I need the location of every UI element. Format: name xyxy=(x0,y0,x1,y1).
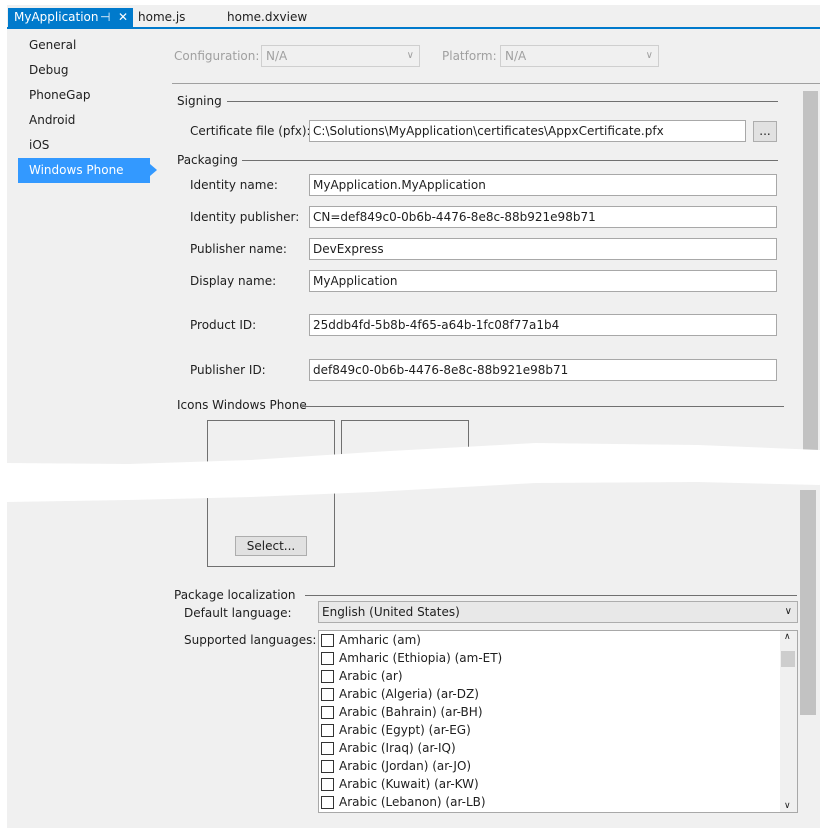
publisher-name-input[interactable]: DevExpress xyxy=(309,238,777,260)
list-scrollbar[interactable]: ∧ ∨ xyxy=(780,631,797,812)
sidebar-item-ios[interactable]: iOS xyxy=(29,138,49,152)
language-list-item[interactable]: Arabic (Iraq) (ar-IQ) xyxy=(319,739,797,757)
checkbox[interactable] xyxy=(321,652,334,665)
chevron-down-icon: ∨ xyxy=(784,606,792,617)
divider xyxy=(172,83,820,84)
default-language-select[interactable]: English (United States) ∨ xyxy=(318,601,798,623)
language-list-item[interactable]: Arabic (Bahrain) (ar-BH) xyxy=(319,703,797,721)
identity-publisher-input[interactable]: CN=def849c0-0b6b-4476-8e8c-88b921e98b71 xyxy=(309,206,777,228)
platform-value: N/A xyxy=(505,49,527,63)
divider xyxy=(302,406,784,407)
certificate-label: Certificate file (pfx): xyxy=(190,124,311,138)
display-name-input[interactable]: MyApplication xyxy=(309,270,777,292)
default-language-label: Default language: xyxy=(184,606,292,620)
language-label: Amharic (am) xyxy=(339,633,421,647)
browse-button[interactable]: ... xyxy=(753,121,777,142)
sidebar-item-windows-phone[interactable]: Windows Phone xyxy=(18,158,157,183)
checkbox[interactable] xyxy=(321,724,334,737)
localization-section-title: Package localization xyxy=(174,588,296,602)
tab-home-dxview[interactable]: home.dxview xyxy=(227,8,307,27)
language-label: Arabic (Lebanon) (ar-LB) xyxy=(339,795,486,809)
scrollbar-thumb[interactable] xyxy=(800,490,816,715)
supported-languages-label: Supported languages: xyxy=(184,633,317,647)
publisher-id-input[interactable]: def849c0-0b6b-4476-8e8c-88b921e98b71 xyxy=(309,359,777,381)
icon-slot-106[interactable]: 106x106 xyxy=(207,420,335,473)
language-label: Arabic (ar) xyxy=(339,669,403,683)
publisher-id-label: Publisher ID: xyxy=(190,363,266,377)
icon-size-label: 120x120 xyxy=(378,459,432,473)
pin-icon[interactable]: ⊣ xyxy=(100,8,110,27)
checkbox[interactable] xyxy=(321,706,334,719)
publisher-name-label: Publisher name: xyxy=(190,242,287,256)
display-name-label: Display name: xyxy=(190,274,277,288)
close-icon[interactable]: ✕ xyxy=(118,8,128,27)
language-list-item[interactable]: Arabic (Algeria) (ar-DZ) xyxy=(319,685,797,703)
language-list-item[interactable]: Amharic (Ethiopia) (am-ET) xyxy=(319,649,797,667)
configuration-select[interactable]: N/A ∨ xyxy=(261,45,420,67)
identity-name-label: Identity name: xyxy=(190,178,278,192)
language-list-item[interactable]: Arabic (ar) xyxy=(319,667,797,685)
language-list-item[interactable]: Arabic (Kuwait) (ar-KW) xyxy=(319,775,797,793)
checkbox[interactable] xyxy=(321,760,334,773)
icon-slot-120[interactable]: 120x120 xyxy=(341,420,469,473)
packaging-section-title: Packaging xyxy=(177,153,238,167)
language-list-item[interactable]: Arabic (Lebanon) (ar-LB) xyxy=(319,793,797,811)
tab-myapplication[interactable]: MyApplication ⊣ ✕ xyxy=(8,8,133,27)
sidebar-item-phonegap[interactable]: PhoneGap xyxy=(29,88,90,102)
checkbox[interactable] xyxy=(321,742,334,755)
identity-name-input[interactable]: MyApplication.MyApplication xyxy=(309,174,777,196)
chevron-up-icon[interactable]: ∧ xyxy=(784,632,791,642)
tab-label: MyApplication xyxy=(14,10,99,24)
divider xyxy=(227,101,778,102)
language-list-item[interactable]: Arabic (Jordan) (ar-JO) xyxy=(319,757,797,775)
sidebar-item-general[interactable]: General xyxy=(29,38,76,52)
document-tab-bar: MyApplication ⊣ ✕ home.js home.dxview xyxy=(7,8,820,29)
identity-publisher-label: Identity publisher: xyxy=(190,210,300,224)
checkbox[interactable] xyxy=(321,796,334,809)
scrollbar-thumb[interactable] xyxy=(803,91,818,464)
language-label: Arabic (Egypt) (ar-EG) xyxy=(339,723,471,737)
select-icon-button[interactable]: Select... xyxy=(235,536,307,556)
platform-label: Platform: xyxy=(442,49,497,63)
signing-section-title: Signing xyxy=(177,94,222,108)
language-label: Arabic (Jordan) (ar-JO) xyxy=(339,759,472,773)
chevron-down-icon: ∨ xyxy=(645,50,653,61)
certificate-input[interactable]: C:\Solutions\MyApplication\certificates\… xyxy=(309,120,746,142)
project-properties-bottom: Select... Package localization Default l… xyxy=(7,482,820,828)
language-list-item[interactable]: Amharic (am) xyxy=(319,631,797,649)
language-label: Amharic (Ethiopia) (am-ET) xyxy=(339,651,503,665)
chevron-down-icon[interactable]: ∨ xyxy=(784,801,791,811)
default-language-value: English (United States) xyxy=(322,605,460,619)
language-label: Arabic (Iraq) (ar-IQ) xyxy=(339,741,456,755)
checkbox[interactable] xyxy=(321,670,334,683)
checkbox[interactable] xyxy=(321,778,334,791)
language-list-item[interactable]: Arabic (Egypt) (ar-EG) xyxy=(319,721,797,739)
language-label: Arabic (Bahrain) (ar-BH) xyxy=(339,705,483,719)
sidebar-item-android[interactable]: Android xyxy=(29,113,75,127)
product-id-input[interactable]: 25ddb4fd-5b8b-4f65-a64b-1fc08f77a1b4 xyxy=(309,314,777,336)
checkbox[interactable] xyxy=(321,688,334,701)
language-label: Arabic (Algeria) (ar-DZ) xyxy=(339,687,479,701)
tab-home-js[interactable]: home.js xyxy=(138,8,185,27)
configuration-label: Configuration: xyxy=(174,49,260,63)
supported-languages-list[interactable]: Amharic (am) Amharic (Ethiopia) (am-ET) Ar… xyxy=(318,630,798,813)
divider xyxy=(242,160,778,161)
project-properties-top: MyApplication ⊣ ✕ home.js home.dxview Ge… xyxy=(7,5,820,473)
divider xyxy=(305,595,797,596)
list-scrollbar-thumb[interactable] xyxy=(781,651,795,667)
icons-section-title: Icons Windows Phone xyxy=(177,398,307,412)
product-id-label: Product ID: xyxy=(190,318,257,332)
language-label: Arabic (Kuwait) (ar-KW) xyxy=(339,777,479,791)
configuration-value: N/A xyxy=(266,49,288,63)
chevron-down-icon: ∨ xyxy=(406,50,414,61)
checkbox[interactable] xyxy=(321,634,334,647)
sidebar-item-debug[interactable]: Debug xyxy=(29,63,68,77)
icon-size-label: 106x106 xyxy=(244,459,298,473)
platform-select[interactable]: N/A ∨ xyxy=(500,45,659,67)
